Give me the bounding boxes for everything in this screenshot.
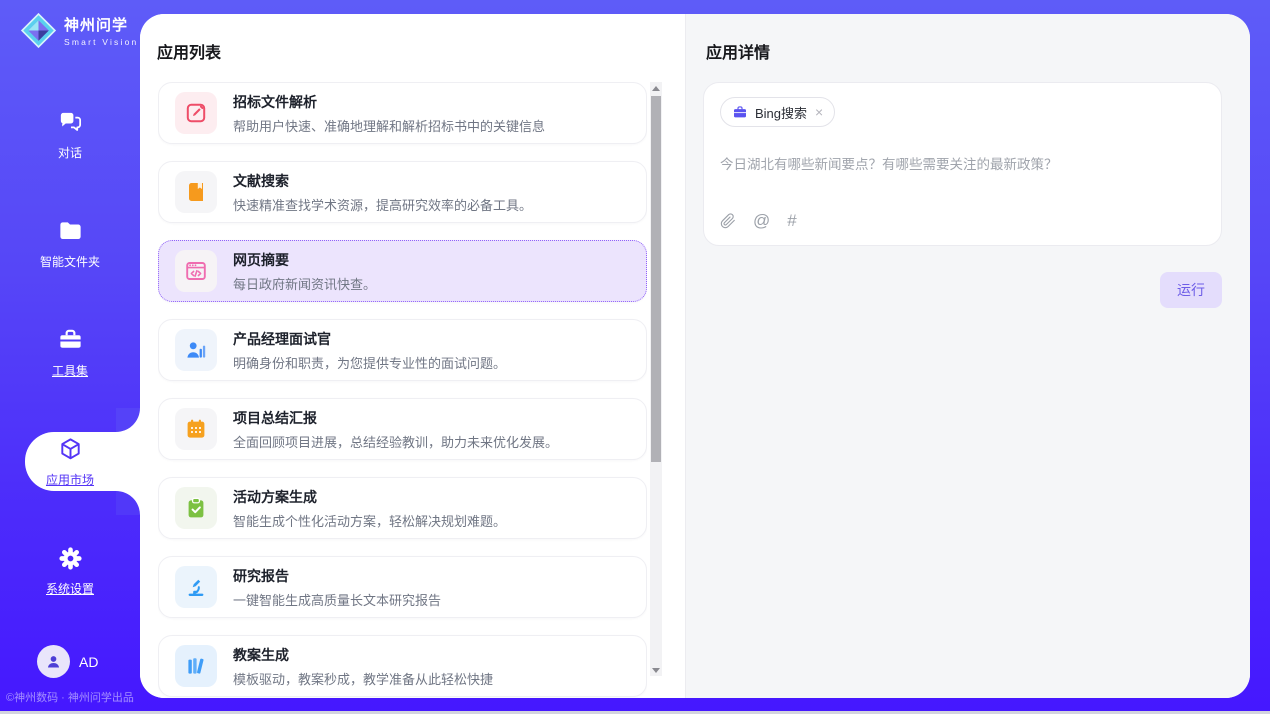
brand-subtitle: Smart Vision [64,37,138,47]
app-icon-box [175,566,217,608]
query-input[interactable]: 今日湖北有哪些新闻要点？有哪些需要关注的最新政策？ [720,153,1205,173]
app-description: 模板驱动，教案秒成，教学准备从此轻松快捷 [233,669,493,688]
app-list-section: 应用列表 招标文件解析 帮助用户快速、准确地理解和解析招标书中的关键信息 [140,14,685,698]
app-description: 明确身份和职责，为您提供专业性的面试问题。 [233,353,506,372]
app-description: 智能生成个性化活动方案，轻松解决规划难题。 [233,511,506,530]
mention-icon[interactable]: @ [753,211,770,231]
sidebar-item-label: 系统设置 [46,580,94,597]
app-card[interactable]: 教案生成 模板驱动，教案秒成，教学准备从此轻松快捷 [158,635,647,697]
app-name: 项目总结汇报 [233,408,558,428]
sidebar-item-label: 对话 [58,144,82,161]
briefcase-icon [732,104,748,120]
clipboard-check-icon [184,496,208,520]
scrollbar-down-arrow-icon[interactable] [650,664,662,676]
active-tab-curve-bottom [116,491,140,515]
folder-icon [57,218,84,245]
scrollbar-thumb[interactable] [651,96,661,462]
hash-icon[interactable]: # [787,211,796,231]
app-name: 教案生成 [233,645,493,665]
app-icon-box [175,329,217,371]
run-button[interactable]: 运行 [1160,272,1222,308]
app-name: 文献搜索 [233,171,532,191]
app-card[interactable]: 项目总结汇报 全面回顾项目进展，总结经验教训，助力未来优化发展。 [158,398,647,460]
app-name: 招标文件解析 [233,92,545,112]
tool-tag-label: Bing搜索 [755,103,807,122]
paperclip-icon[interactable] [720,213,736,229]
microscope-icon [184,575,208,599]
brand-name: 神州问学 [64,14,138,35]
toolbox-icon [57,327,84,354]
calendar-icon [184,417,208,441]
browser-code-icon [184,259,208,283]
app-description: 快速精准查找学术资源，提高研究效率的必备工具。 [233,195,532,214]
app-card[interactable]: 研究报告 一键智能生成高质量长文本研究报告 [158,556,647,618]
app-description: 每日政府新闻资讯快查。 [233,274,376,293]
active-tab-curve-top [116,408,140,432]
sidebar-item-label: 应用市场 [46,471,94,488]
app-name: 产品经理面试官 [233,329,506,349]
prompt-card: Bing搜索 × 今日湖北有哪些新闻要点？有哪些需要关注的最新政策？ @ # [703,82,1222,246]
app-name: 活动方案生成 [233,487,506,507]
sidebar-item[interactable]: 应用市场 [0,407,140,516]
scrollbar-up-arrow-icon[interactable] [650,82,662,94]
user-account[interactable]: AD [37,645,98,678]
sidebar-item[interactable]: 智能文件夹 [0,189,140,298]
book-icon [184,180,208,204]
app-card[interactable]: 网页摘要 每日政府新闻资讯快查。 [158,240,647,302]
chat-icon [57,109,84,136]
app-description: 一键智能生成高质量长文本研究报告 [233,590,441,609]
app-name: 研究报告 [233,566,441,586]
app-icon-box [175,92,217,134]
app-window: 神州问学 Smart Vision 对话 [0,0,1270,714]
app-icon-box [175,645,217,687]
books-icon [184,654,208,678]
brand-diamond-icon [20,12,57,49]
composer-toolbar: @ # [720,211,797,231]
app-icon-box [175,250,217,292]
app-card[interactable]: 活动方案生成 智能生成个性化活动方案，轻松解决规划难题。 [158,477,647,539]
sidebar: 神州问学 Smart Vision 对话 [0,0,140,714]
app-description: 帮助用户快速、准确地理解和解析招标书中的关键信息 [233,116,545,135]
app-icon-box [175,487,217,529]
user-initials: AD [79,654,98,670]
sidebar-item-label: 工具集 [52,362,88,379]
gear-icon [57,545,84,572]
cube-icon [57,436,84,463]
sidebar-item[interactable]: 系统设置 [0,516,140,625]
app-detail-section: 应用详情 Bing搜索 × 今日湖北有哪些新闻要点？有哪些需要关注的最新政策？ … [685,14,1250,698]
app-icon-box [175,408,217,450]
user-icon [44,652,63,671]
app-card[interactable]: 文献搜索 快速精准查找学术资源，提高研究效率的必备工具。 [158,161,647,223]
brand-logo: 神州问学 Smart Vision [20,12,138,49]
app-list-title: 应用列表 [157,39,221,63]
app-card[interactable]: 产品经理面试官 明确身份和职责，为您提供专业性的面试问题。 [158,319,647,381]
pen-square-icon [184,101,208,125]
sidebar-nav: 对话 智能文件夹 工具集 [0,80,140,625]
close-icon[interactable]: × [814,105,824,119]
main-panel: 应用列表 招标文件解析 帮助用户快速、准确地理解和解析招标书中的关键信息 [140,14,1250,698]
sidebar-item[interactable]: 工具集 [0,298,140,407]
avatar [37,645,70,678]
app-name: 网页摘要 [233,250,376,270]
app-icon-box [175,171,217,213]
sidebar-item[interactable]: 对话 [0,80,140,189]
app-card[interactable]: 招标文件解析 帮助用户快速、准确地理解和解析招标书中的关键信息 [158,82,647,144]
tool-tag-bing-search[interactable]: Bing搜索 × [720,97,835,127]
sidebar-item-label: 智能文件夹 [40,253,100,270]
app-description: 全面回顾项目进展，总结经验教训，助力未来优化发展。 [233,432,558,451]
interviewer-icon [184,338,208,362]
list-scrollbar[interactable] [650,82,662,676]
copyright-text: ©神州数码 · 神州问学出品 [6,689,138,705]
app-card-list: 招标文件解析 帮助用户快速、准确地理解和解析招标书中的关键信息 文献搜索 快速精… [158,82,647,698]
app-detail-title: 应用详情 [706,39,770,63]
